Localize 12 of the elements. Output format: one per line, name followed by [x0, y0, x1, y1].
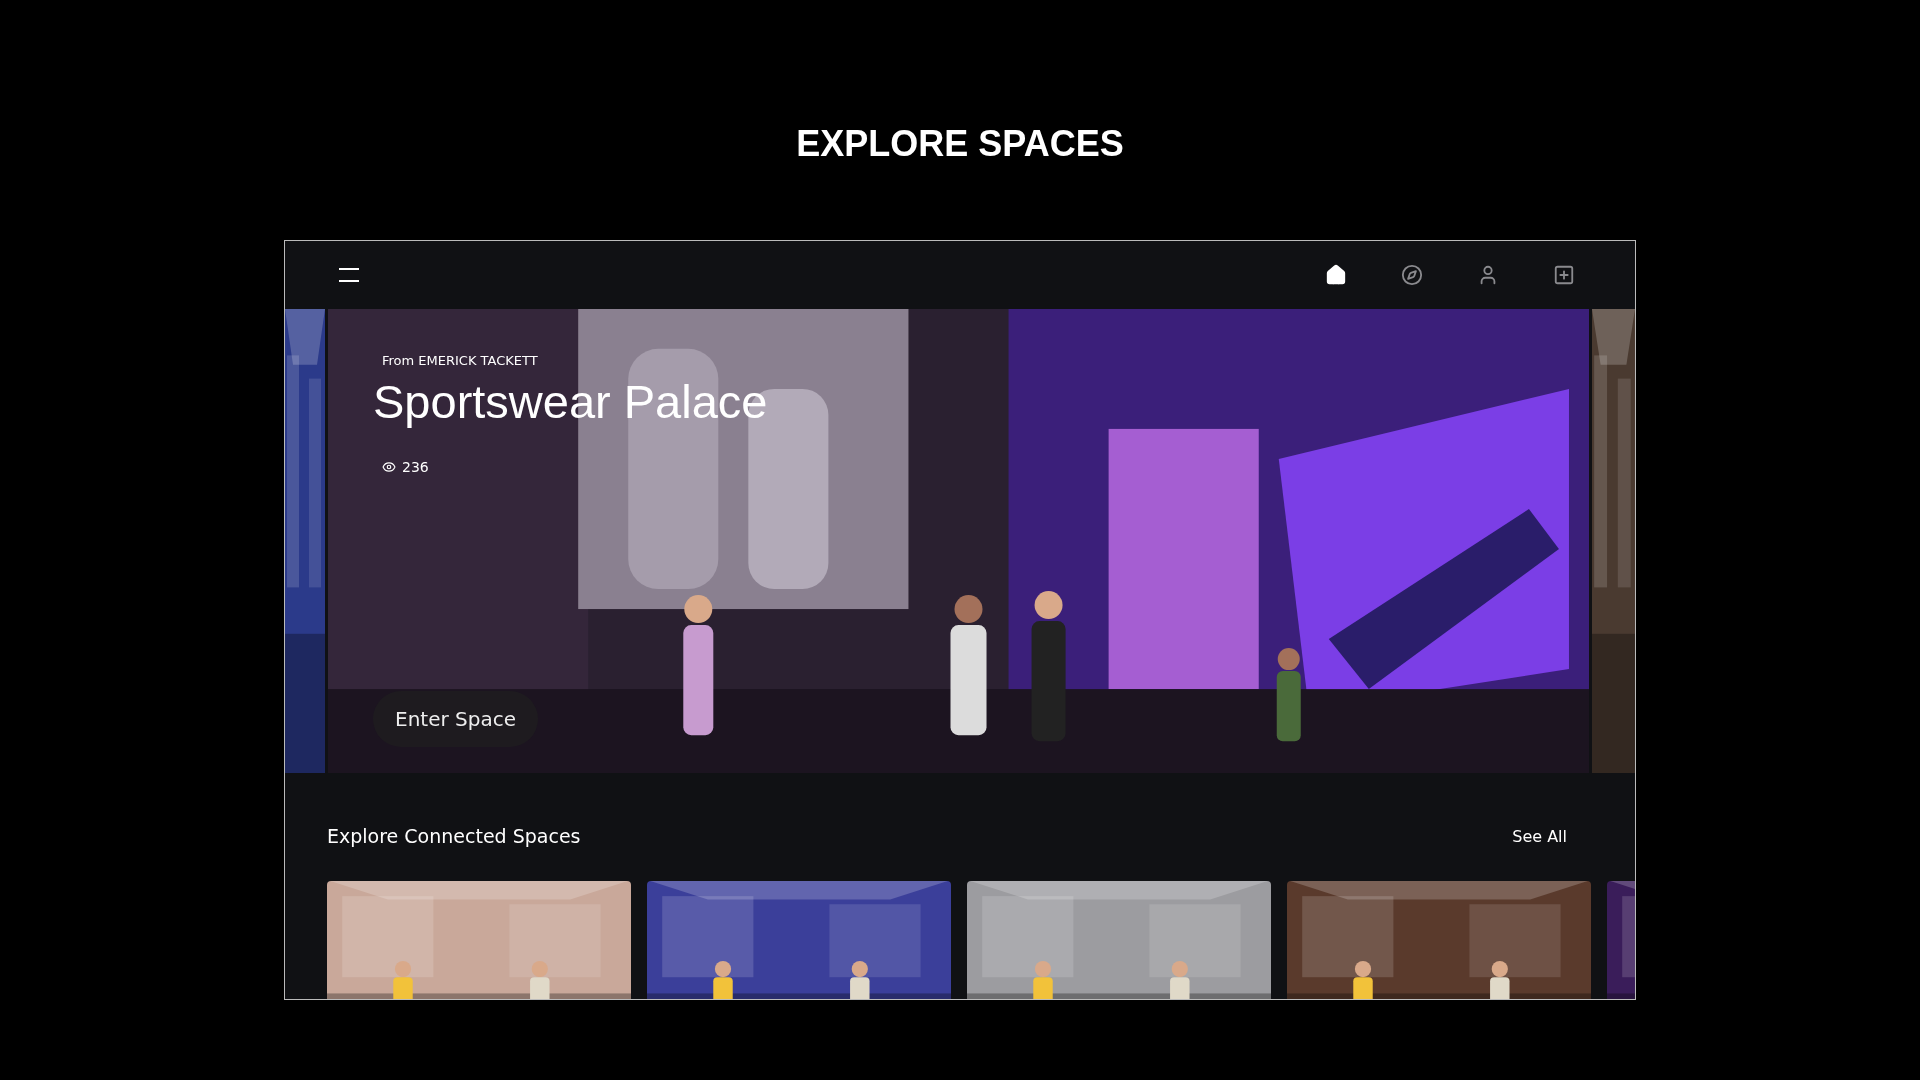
- space-title: Sportswear Palace: [373, 374, 769, 429]
- section-title: Explore Connected Spaces: [327, 825, 581, 847]
- home-icon: [1325, 264, 1347, 286]
- plus-icon: [1553, 264, 1575, 286]
- enter-space-button[interactable]: Enter Space: [373, 691, 538, 747]
- creator-label: From EMERICK TACKETT: [382, 353, 539, 368]
- compass-icon: [1401, 264, 1423, 286]
- eye-icon: [382, 460, 396, 474]
- page-heading: EXPLORE SPACES: [796, 124, 1124, 164]
- see-all-link[interactable]: See All: [1512, 826, 1567, 846]
- view-count: 236: [402, 459, 429, 475]
- menu-icon[interactable]: [339, 268, 359, 282]
